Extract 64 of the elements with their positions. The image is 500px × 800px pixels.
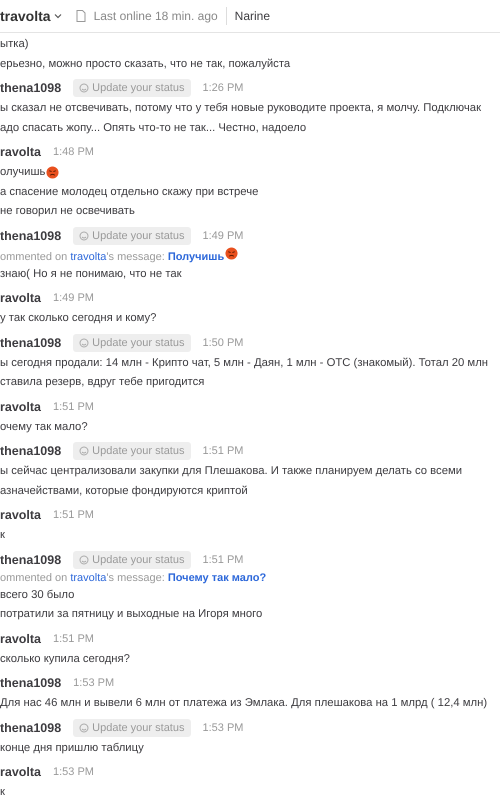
author-name[interactable]: ravolta <box>0 291 41 305</box>
message-time: 1:53 PM <box>73 677 114 689</box>
message-text: знаю( Но я не понимаю, что не так <box>0 266 182 282</box>
document-icon[interactable] <box>76 10 86 22</box>
author-name[interactable]: ravolta <box>0 765 41 779</box>
user-link[interactable]: travolta <box>70 572 106 584</box>
smiley-icon <box>79 230 90 240</box>
message-text: у так сколько сегодня и кому? <box>0 311 156 326</box>
message-text: конце дня пришлю таблицу <box>0 740 144 756</box>
message-time: 1:53 PM <box>53 766 94 778</box>
message-link[interactable]: Получишь <box>168 250 238 262</box>
author-name[interactable]: thena1098 <box>0 444 62 458</box>
message-text: потратили за пятницу и выходные на Игоря много <box>0 607 262 622</box>
message-text: ы сказал не отсвечивать, потому что у тебя новые руководите проекта, я молчу. Подключак <box>0 101 482 116</box>
message-text: ытка) <box>0 37 29 52</box>
comment-reference: ommented on travolta's message: Почему так мало? <box>0 570 268 586</box>
message-text: Для нас 46 млн и вывели 6 млн от платежа из Эмлака. Для плешакова на 1 млрд ( 12,4 млн) <box>0 696 488 711</box>
member-name[interactable]: Narine <box>234 9 270 23</box>
message-link[interactable]: Почему так мало? <box>168 572 266 584</box>
message-text: к <box>0 785 5 800</box>
smiley-icon <box>79 722 90 732</box>
author-name[interactable]: ravolta <box>0 508 41 522</box>
message-time: 1:51 PM <box>53 509 94 521</box>
author-name[interactable]: thena1098 <box>0 676 62 690</box>
message-time: 1:53 PM <box>202 722 244 734</box>
message-time: 1:51 PM <box>202 445 244 457</box>
smiley-icon <box>79 338 90 348</box>
author-name[interactable]: thena1098 <box>0 228 62 242</box>
message-time: 1:50 PM <box>202 336 244 348</box>
message-time: 1:51 PM <box>202 554 244 566</box>
author-name[interactable]: thena1098 <box>0 552 62 566</box>
chevron-down-icon[interactable] <box>54 12 62 20</box>
last-online-text: Last online 18 min. ago <box>94 9 218 23</box>
message-text: всего 30 было <box>0 588 74 602</box>
author-name[interactable]: thena1098 <box>0 336 62 350</box>
message-text: очему так мало? <box>0 420 88 434</box>
message-time: 1:49 PM <box>53 292 94 304</box>
author-name[interactable]: ravolta <box>0 145 41 159</box>
author-name[interactable]: thena1098 <box>0 81 62 95</box>
message-time: 1:51 PM <box>53 632 94 644</box>
channel-title[interactable]: travolta <box>0 8 51 24</box>
message-time: 1:48 PM <box>53 146 94 158</box>
author-name[interactable]: ravolta <box>0 400 41 414</box>
user-link[interactable]: travolta <box>70 250 106 262</box>
message-time: 1:51 PM <box>53 400 94 412</box>
smiley-icon <box>79 554 90 564</box>
message-text: сколько купила сегодня? <box>0 652 130 666</box>
smiley-icon <box>79 446 90 456</box>
message-text: ставила резерв, вдруг тебе пригодится <box>0 375 204 390</box>
message-text: к <box>0 528 5 543</box>
message-text: не говорил не освечивать <box>0 204 135 219</box>
message-text: олучишь <box>0 165 46 180</box>
message-text: ы сегодня продали: 14 млн - Крипто чат, 5 млн - Даян, 1 млн - OTC (знакомый). Тотал 20 млн <box>0 356 488 370</box>
smiley-icon <box>79 83 90 93</box>
comment-reference: ommented on travolta's message: Получишь <box>0 246 500 264</box>
author-name[interactable]: thena1098 <box>0 720 62 734</box>
message-text: а спасение молодец отдельно скажу при встрече <box>0 184 258 200</box>
message-time: 1:49 PM <box>202 230 244 242</box>
message-text: ерьезно, можно просто сказать, что не так, пожалуйста <box>0 56 290 72</box>
message-time: 1:26 PM <box>202 82 244 94</box>
author-name[interactable]: ravolta <box>0 632 41 646</box>
message-text: адо спасать жопу... Опять что-то не так... Честно, надоело <box>0 120 306 136</box>
message-text: азначействами, которые фондируются криптой <box>0 484 248 498</box>
message-text: ы сейчас централизовали закупки для Плешакова. И также планируем делать со всеми <box>0 464 462 479</box>
